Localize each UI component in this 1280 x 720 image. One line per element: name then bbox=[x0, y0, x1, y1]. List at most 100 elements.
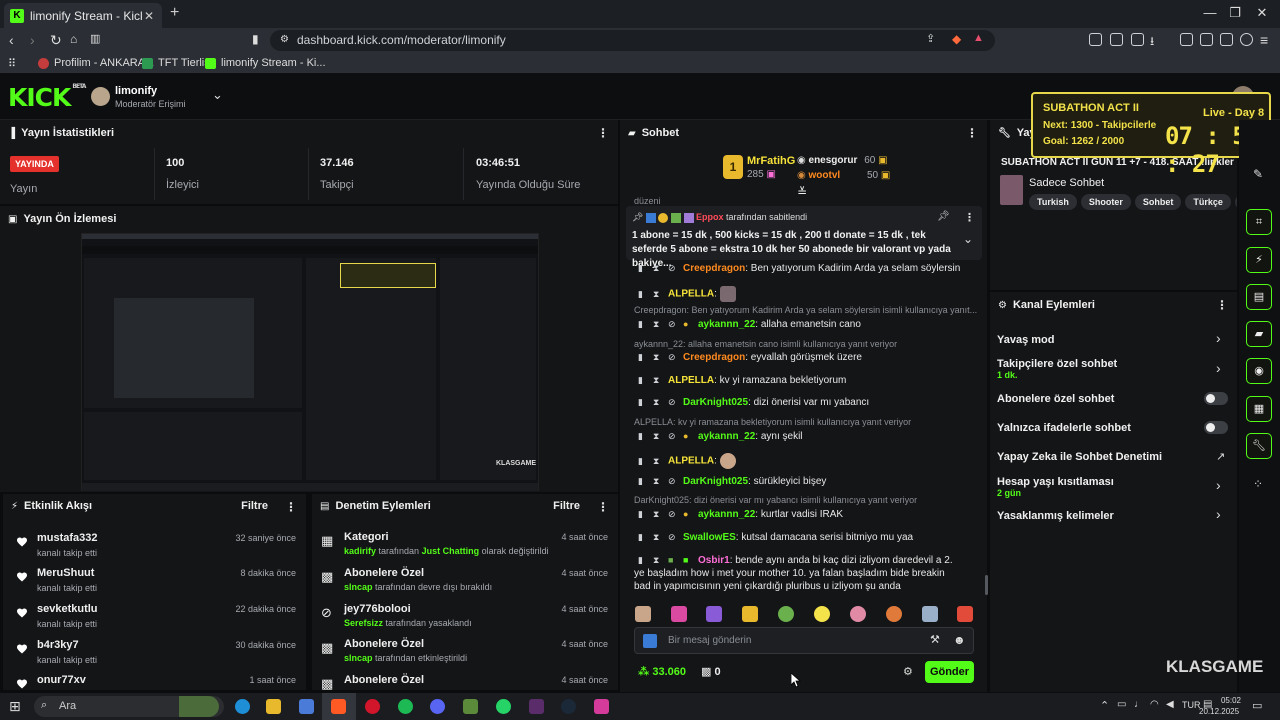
follower-name[interactable]: onur77xv bbox=[37, 674, 86, 686]
ban-icon[interactable]: ⊘ bbox=[668, 431, 678, 442]
sidebar-icon[interactable]: ▥ bbox=[90, 32, 100, 45]
timeout-icon[interactable]: ⧗ bbox=[653, 352, 663, 363]
brave-rewards-icon[interactable]: ▲ bbox=[973, 32, 984, 44]
emote-icon[interactable] bbox=[886, 606, 902, 622]
emote-icon[interactable] bbox=[706, 606, 722, 622]
ban-icon[interactable]: ⊘ bbox=[668, 476, 678, 487]
edge-icon[interactable] bbox=[235, 699, 250, 714]
emote-icon[interactable] bbox=[922, 606, 938, 622]
ban-icon[interactable]: ⊘ bbox=[668, 509, 678, 520]
filter-button[interactable]: Filtre bbox=[553, 500, 580, 512]
tray-icon[interactable]: ▭ bbox=[1117, 699, 1126, 710]
follower-name[interactable]: mustafa332 bbox=[37, 532, 98, 544]
chat-username[interactable]: Creepdragon bbox=[683, 263, 745, 274]
opera-icon[interactable] bbox=[365, 699, 380, 714]
timeout-icon[interactable]: ⧗ bbox=[653, 375, 663, 386]
trash-icon[interactable]: ▮ bbox=[638, 509, 648, 520]
subscribers-only-toggle[interactable] bbox=[1204, 392, 1228, 405]
timeout-icon[interactable]: ⧗ bbox=[653, 456, 663, 467]
more-options-icon[interactable]: ⋮ bbox=[964, 211, 975, 224]
chevron-right-icon[interactable]: › bbox=[1216, 330, 1221, 346]
chat-message[interactable]: ▮ ⧗ ALPELLA: kv yi ramazana bekletiyorum bbox=[638, 375, 978, 386]
chat-username[interactable]: DarKnight025 bbox=[683, 476, 748, 487]
chat-message[interactable]: ▮ ⧗ ⊘ Creepdragon: eyvallah görüşmek üzere bbox=[638, 352, 978, 363]
timeout-icon[interactable]: ⧗ bbox=[653, 289, 663, 300]
chat-username[interactable]: ALPELLA bbox=[668, 289, 714, 300]
tag[interactable]: cha bbox=[1234, 194, 1237, 210]
trash-icon[interactable]: ▮ bbox=[638, 352, 648, 363]
chat-icon[interactable]: ▰ bbox=[1246, 321, 1272, 347]
chat-username[interactable]: SwallowES bbox=[683, 532, 736, 543]
ban-icon[interactable]: ⊘ bbox=[668, 263, 678, 274]
timeout-icon[interactable]: ⧗ bbox=[653, 263, 663, 274]
category-name[interactable]: Sadece Sohbet bbox=[1029, 177, 1104, 189]
trash-icon[interactable]: ▮ bbox=[638, 554, 648, 567]
download-icon[interactable]: ⭳ bbox=[1150, 32, 1154, 53]
ban-icon[interactable]: ⊘ bbox=[668, 532, 678, 543]
back-icon[interactable]: ‹ bbox=[9, 32, 14, 48]
timeout-icon[interactable]: ⧗ bbox=[653, 554, 663, 567]
timeout-icon[interactable]: ⧗ bbox=[653, 476, 663, 487]
timeout-icon[interactable]: ⧗ bbox=[653, 431, 663, 442]
url-input[interactable]: dashboard.kick.com/moderator/limonify bbox=[270, 30, 995, 51]
extension-icon[interactable] bbox=[1089, 33, 1102, 46]
emote-icon[interactable] bbox=[635, 606, 651, 622]
note-icon[interactable]: ▤ bbox=[1246, 284, 1272, 310]
trash-icon[interactable]: ▮ bbox=[638, 319, 648, 330]
chat-username[interactable]: Osbir1 bbox=[698, 555, 730, 566]
bolt-icon[interactable]: ⚡ bbox=[1246, 247, 1272, 273]
action-title[interactable]: jey776bolooi bbox=[344, 603, 411, 615]
tag[interactable]: Sohbet bbox=[1134, 194, 1182, 210]
chat-settings-icon[interactable]: ⚙ bbox=[903, 665, 913, 678]
clock-time[interactable]: 05:02 bbox=[1213, 696, 1241, 705]
chat-message[interactable]: ▮ ⧗ ⊘ ● aykannn_22: kurtlar vadisi IRAK bbox=[638, 509, 978, 520]
extension-icon[interactable] bbox=[1131, 33, 1144, 46]
chevron-right-icon[interactable]: › bbox=[1216, 477, 1221, 493]
new-tab-button[interactable]: + bbox=[170, 4, 179, 22]
more-options-icon[interactable]: ⋮ bbox=[285, 500, 297, 514]
chat-username[interactable]: DarKnight025 bbox=[683, 397, 748, 408]
more-options-icon[interactable]: ⋮ bbox=[597, 126, 609, 140]
quick-emote-icon[interactable]: ⚒ bbox=[930, 633, 940, 646]
moderator-name[interactable]: Serefsizz bbox=[344, 618, 383, 628]
pinned-user[interactable]: Eppox bbox=[696, 212, 724, 222]
language-indicator[interactable]: TUR bbox=[1182, 700, 1201, 710]
moderator-name[interactable]: slncap bbox=[344, 653, 373, 663]
chat-username[interactable]: aykannn_22 bbox=[698, 431, 755, 442]
notification-icon[interactable]: ▭ bbox=[1252, 699, 1262, 712]
emote-icon[interactable] bbox=[814, 606, 830, 622]
emote-icon[interactable] bbox=[671, 606, 687, 622]
banned-words-row[interactable]: Yasaklanmış kelimeler bbox=[997, 510, 1114, 522]
gifter-name[interactable]: enesgorur bbox=[809, 155, 858, 166]
ban-icon[interactable]: ⊘ bbox=[668, 397, 678, 408]
ban-icon[interactable]: ⊘ bbox=[668, 319, 678, 330]
chat-message[interactable]: ▮ ⧗ ⊘ Creepdragon: Ben yatıyorum Kadirim Ar… bbox=[638, 263, 978, 274]
follower-name[interactable]: b4r3ky7 bbox=[37, 639, 79, 651]
share-icon[interactable]: ⇪ bbox=[926, 32, 935, 45]
headset-icon[interactable]: ◠ bbox=[1150, 699, 1159, 710]
tab-close-icon[interactable]: ✕ bbox=[142, 9, 156, 23]
follower-name[interactable]: MeruShuut bbox=[37, 567, 94, 579]
wrench-icon[interactable]: 🔧︎ bbox=[1246, 433, 1272, 459]
more-options-icon[interactable]: ⋮ bbox=[966, 126, 978, 140]
external-link-icon[interactable]: ↗ bbox=[1216, 450, 1225, 463]
app-icon[interactable] bbox=[463, 699, 478, 714]
chat-username[interactable]: Creepdragon bbox=[683, 352, 745, 363]
send-button[interactable]: Gönder bbox=[925, 661, 974, 683]
timeout-icon[interactable]: ⧗ bbox=[653, 319, 663, 330]
chat-message[interactable]: ▮ ⧗ ALPELLA: bbox=[638, 286, 978, 302]
menu-icon[interactable]: ≡ bbox=[1260, 32, 1268, 48]
emote-icon[interactable] bbox=[957, 606, 973, 622]
emote-icon[interactable] bbox=[742, 606, 758, 622]
app-icon[interactable] bbox=[529, 699, 544, 714]
trash-icon[interactable]: ▮ bbox=[638, 431, 648, 442]
browser-tab[interactable]: K limonify Stream - Kick Dashb ✕ bbox=[4, 3, 162, 28]
home-icon[interactable]: ⌂ bbox=[70, 32, 77, 46]
chat-message[interactable]: ▮ ⧗ ⊘ ● aykannn_22: allaha emanetsin cano bbox=[638, 319, 978, 330]
stream-preview-video[interactable]: KLASGAME bbox=[81, 233, 539, 491]
trash-icon[interactable]: ▮ bbox=[638, 397, 648, 408]
microphone-icon[interactable]: ♩ bbox=[1134, 699, 1144, 710]
unpin-icon[interactable]: 📌︎ bbox=[937, 211, 950, 222]
gift-counter[interactable]: ▩ 0 bbox=[701, 665, 721, 678]
chevron-down-icon[interactable]: ⌄ bbox=[212, 87, 223, 103]
